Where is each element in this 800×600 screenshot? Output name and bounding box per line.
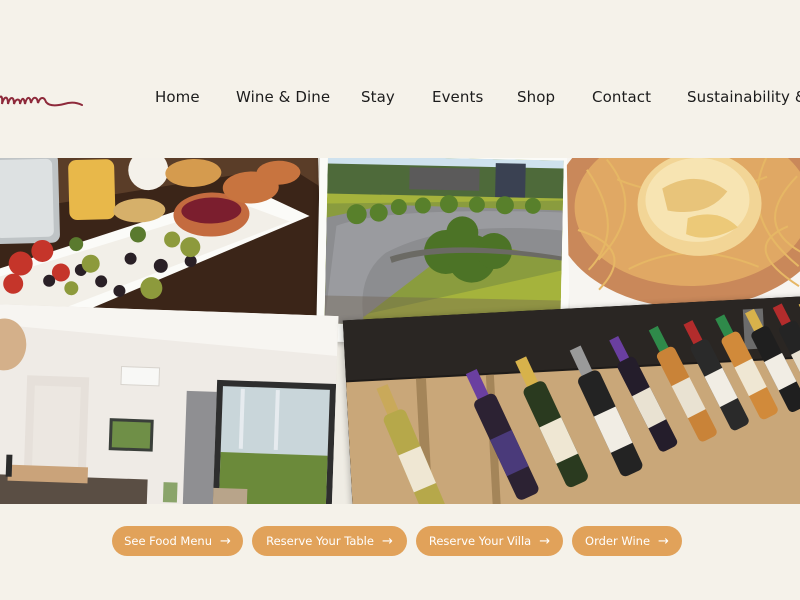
- photo-collage: [0, 158, 800, 504]
- photo-villa-living-room: [0, 304, 339, 504]
- photo-antipasto-platter: [0, 158, 323, 327]
- see-food-menu-label: See Food Menu: [124, 534, 212, 548]
- nav-wine-dine[interactable]: Wine & Dine: [236, 88, 330, 106]
- cta-button-row: See Food Menu → Reserve Your Table → Res…: [0, 526, 800, 558]
- reserve-villa-button[interactable]: Reserve Your Villa →: [416, 526, 563, 556]
- reserve-table-label: Reserve Your Table: [266, 534, 374, 548]
- main-nav: Home Wine & Dine Stay Events Shop Contac…: [0, 88, 800, 108]
- nav-shop[interactable]: Shop: [517, 88, 555, 106]
- photo-baked-brie-bowl: [566, 158, 800, 316]
- reserve-villa-label: Reserve Your Villa: [428, 534, 532, 548]
- order-wine-label: Order Wine: [585, 534, 651, 548]
- nav-sustainability[interactable]: Sustainability &: [687, 88, 800, 106]
- nav-stay[interactable]: Stay: [361, 88, 395, 106]
- nav-home[interactable]: Home: [155, 88, 200, 106]
- arrow-right-icon: →: [220, 533, 231, 549]
- nav-events[interactable]: Events: [432, 88, 483, 106]
- nav-contact[interactable]: Contact: [592, 88, 651, 106]
- arrow-right-icon: →: [381, 533, 393, 549]
- reserve-table-button[interactable]: Reserve Your Table →: [252, 526, 407, 556]
- photo-wine-bottle-display: [342, 295, 800, 504]
- see-food-menu-button[interactable]: See Food Menu →: [112, 526, 243, 556]
- arrow-right-icon: →: [658, 533, 669, 549]
- arrow-right-icon: →: [539, 533, 551, 549]
- order-wine-button[interactable]: Order Wine →: [572, 526, 682, 556]
